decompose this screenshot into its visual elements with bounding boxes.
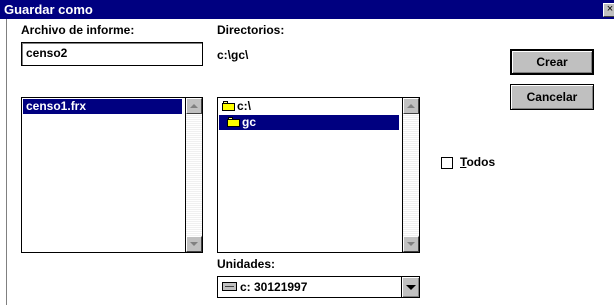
directory-list-scrollbar[interactable] (402, 98, 419, 252)
list-item[interactable]: censo1.frx (23, 99, 182, 114)
arrow-up-icon (190, 104, 198, 108)
arrow-down-icon (190, 242, 198, 246)
scroll-down-button[interactable] (186, 236, 202, 252)
close-icon[interactable]: × (603, 3, 614, 17)
window-title: Guardar como (4, 2, 93, 17)
report-file-name-value: censo2 (26, 46, 68, 60)
chevron-down-icon (405, 284, 416, 290)
directories-label: Directorios: (217, 23, 285, 37)
directory-name: gc (242, 115, 257, 129)
drive-select-value: c: 30121997 (222, 277, 307, 297)
list-item[interactable]: c:\ (219, 99, 399, 114)
file-list-scrollbar[interactable] (185, 98, 202, 252)
directory-name: c:\ (237, 99, 252, 113)
report-file-list[interactable]: censo1.frx (21, 97, 203, 253)
drive-select[interactable]: c: 30121997 (217, 276, 420, 298)
drive-name: c: 30121997 (240, 280, 308, 294)
open-folder-icon (222, 100, 236, 111)
file-name: censo1.frx (26, 99, 87, 113)
window-left-border (0, 19, 9, 305)
open-folder-icon (227, 116, 241, 127)
drive-dropdown-button[interactable] (401, 277, 419, 297)
drive-icon (222, 282, 237, 292)
arrow-up-icon (407, 104, 415, 108)
all-checkbox-label[interactable]: Todos (460, 155, 495, 169)
arrow-down-icon (407, 242, 415, 246)
cancel-button[interactable]: Cancelar (510, 84, 594, 110)
drives-label: Unidades: (217, 257, 276, 271)
directory-list[interactable]: c:\ gc (217, 97, 420, 253)
report-file-label: Archivo de informe: (21, 23, 135, 37)
all-checkbox[interactable] (441, 157, 453, 169)
scroll-up-button[interactable] (186, 98, 202, 114)
label-text: odos (466, 155, 496, 169)
current-directory-path: c:\gc\ (217, 48, 249, 62)
list-item[interactable]: gc (219, 115, 399, 130)
report-file-name-input[interactable]: censo2 (21, 42, 203, 66)
scroll-up-button[interactable] (403, 98, 419, 114)
title-bar[interactable]: Guardar como × (0, 0, 614, 19)
create-button[interactable]: Crear (510, 49, 594, 75)
scroll-down-button[interactable] (403, 236, 419, 252)
